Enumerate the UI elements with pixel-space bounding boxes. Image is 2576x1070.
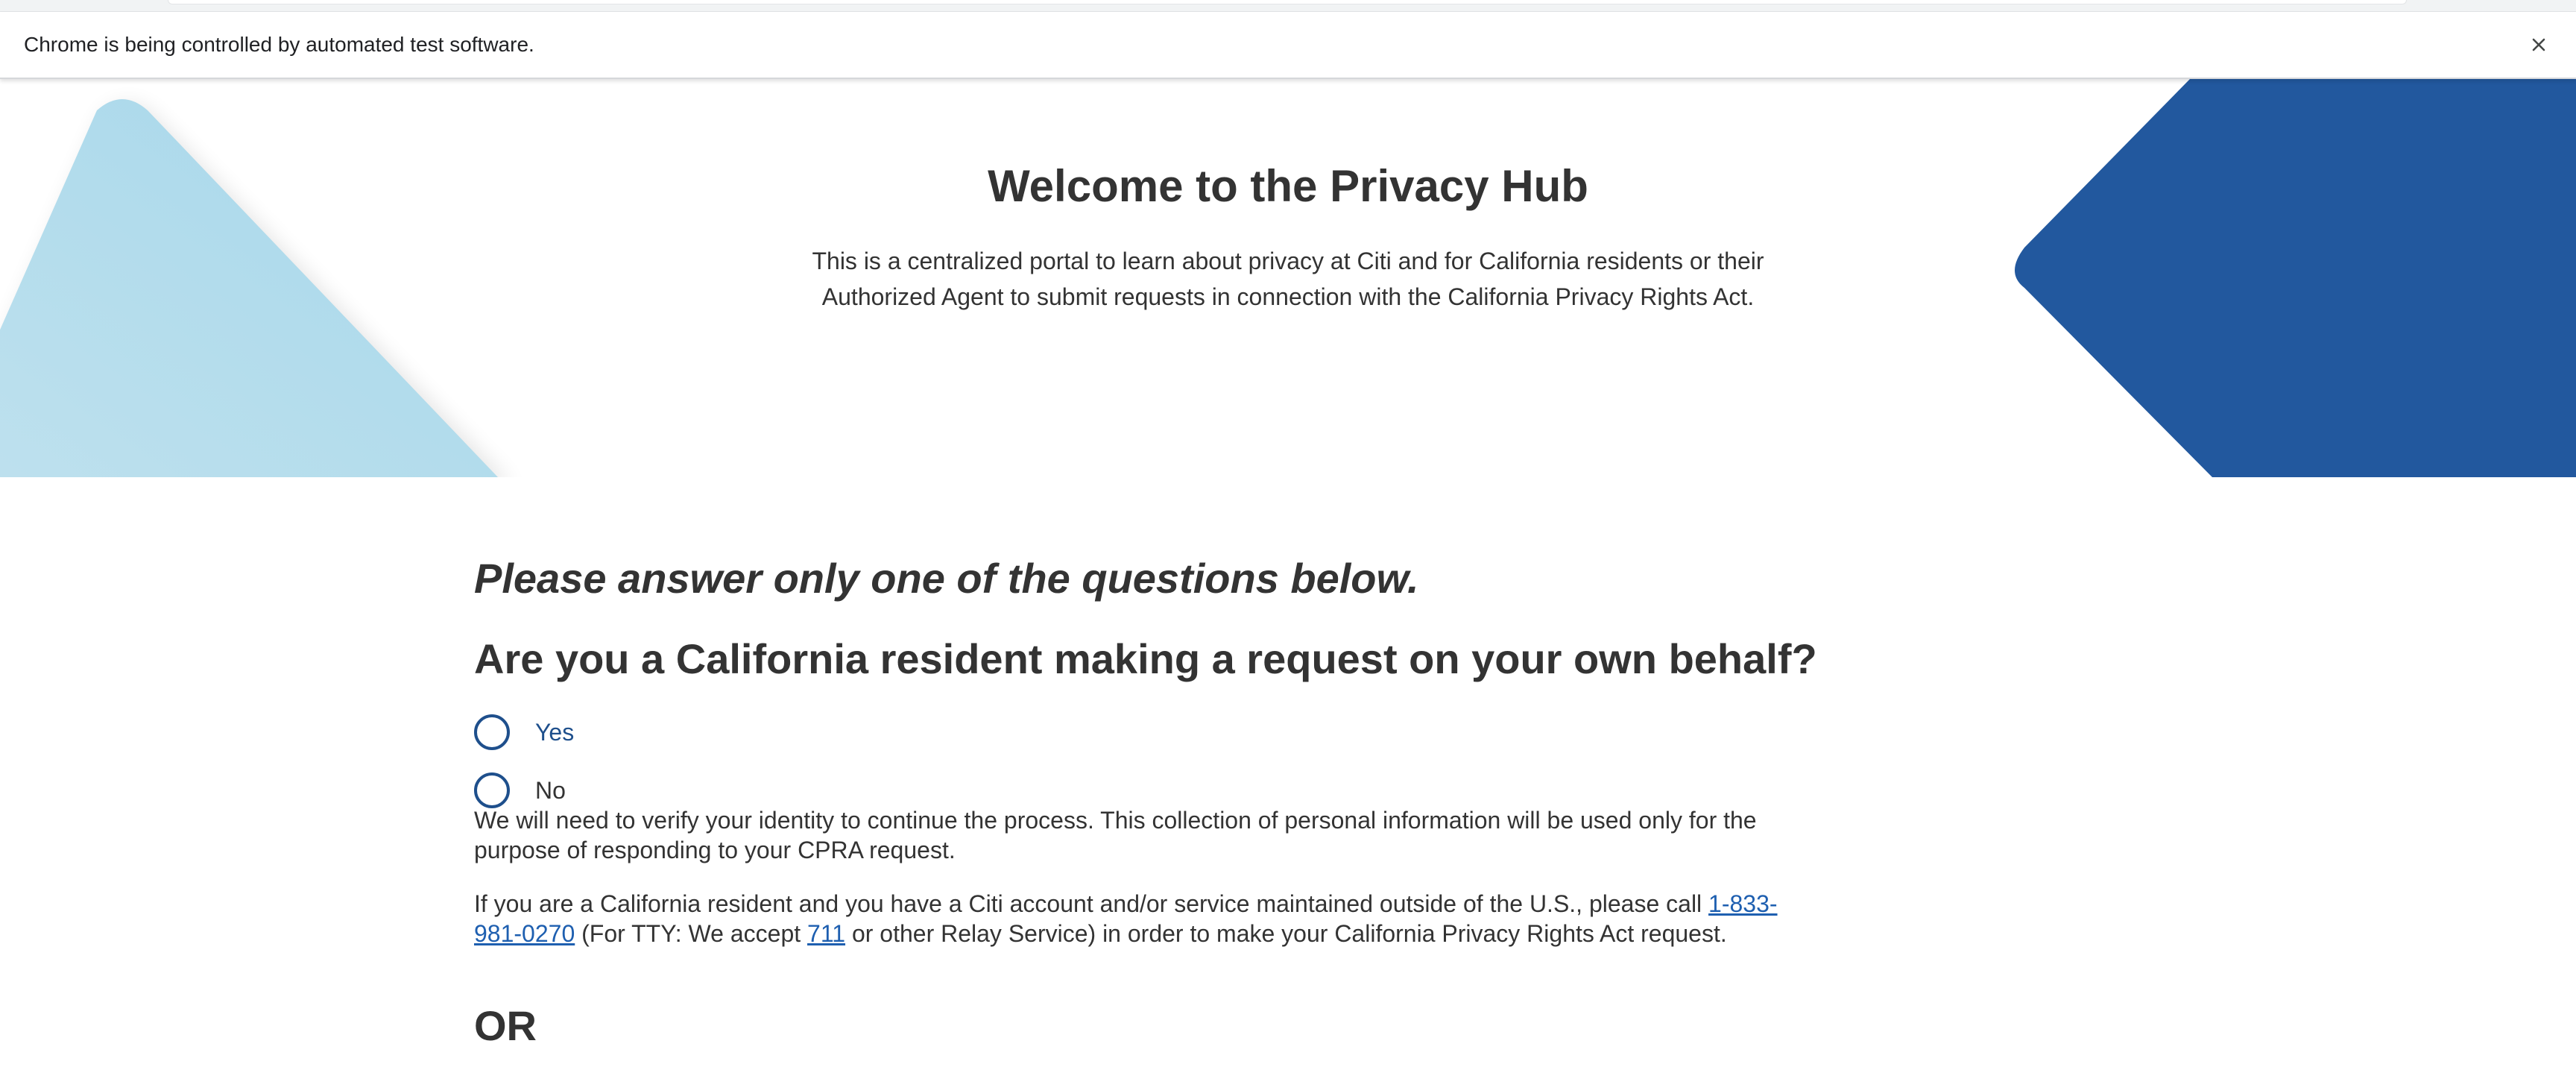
- decorative-dark-blue-shape: [2015, 79, 2576, 477]
- page-title: Welcome to the Privacy Hub: [988, 161, 1588, 211]
- verification-notice: We will need to verify your identity to …: [474, 807, 1757, 863]
- browser-toolbar-edge: [0, 0, 2576, 12]
- address-bar-edge: [168, 0, 2407, 4]
- infobar-message: Chrome is being controlled by automated …: [24, 33, 534, 56]
- hero-description: This is a centralized portal to learn ab…: [812, 248, 1764, 310]
- residency-question: Are you a California resident making a r…: [474, 635, 1817, 682]
- outside-us-text-after: or other Relay Service) in order to make…: [845, 920, 1727, 947]
- outside-us-text-middle: (For TTY: We accept: [575, 920, 808, 947]
- radio-label-no[interactable]: No: [535, 775, 566, 805]
- tty-relay-link[interactable]: 711: [807, 920, 845, 947]
- automation-infobar: Chrome is being controlled by automated …: [0, 12, 2576, 79]
- outside-us-text-before: If you are a California resident and you…: [474, 890, 1709, 917]
- close-icon: [2532, 38, 2545, 51]
- radio-option-yes[interactable]: Yes: [474, 711, 574, 753]
- radio-button-yes[interactable]: [474, 714, 510, 750]
- radio-label-yes[interactable]: Yes: [535, 717, 574, 747]
- form-instruction: Please answer only one of the questions …: [474, 555, 1419, 602]
- outside-us-notice: If you are a California resident and you…: [474, 889, 1801, 948]
- infobar-close-button[interactable]: [2524, 30, 2554, 60]
- privacy-hub-hero: Welcome to the Privacy Hub This is a cen…: [0, 79, 2576, 477]
- decorative-light-blue-shape: [0, 99, 505, 477]
- or-separator-heading: OR: [474, 1002, 537, 1049]
- radio-button-no[interactable]: [474, 772, 510, 808]
